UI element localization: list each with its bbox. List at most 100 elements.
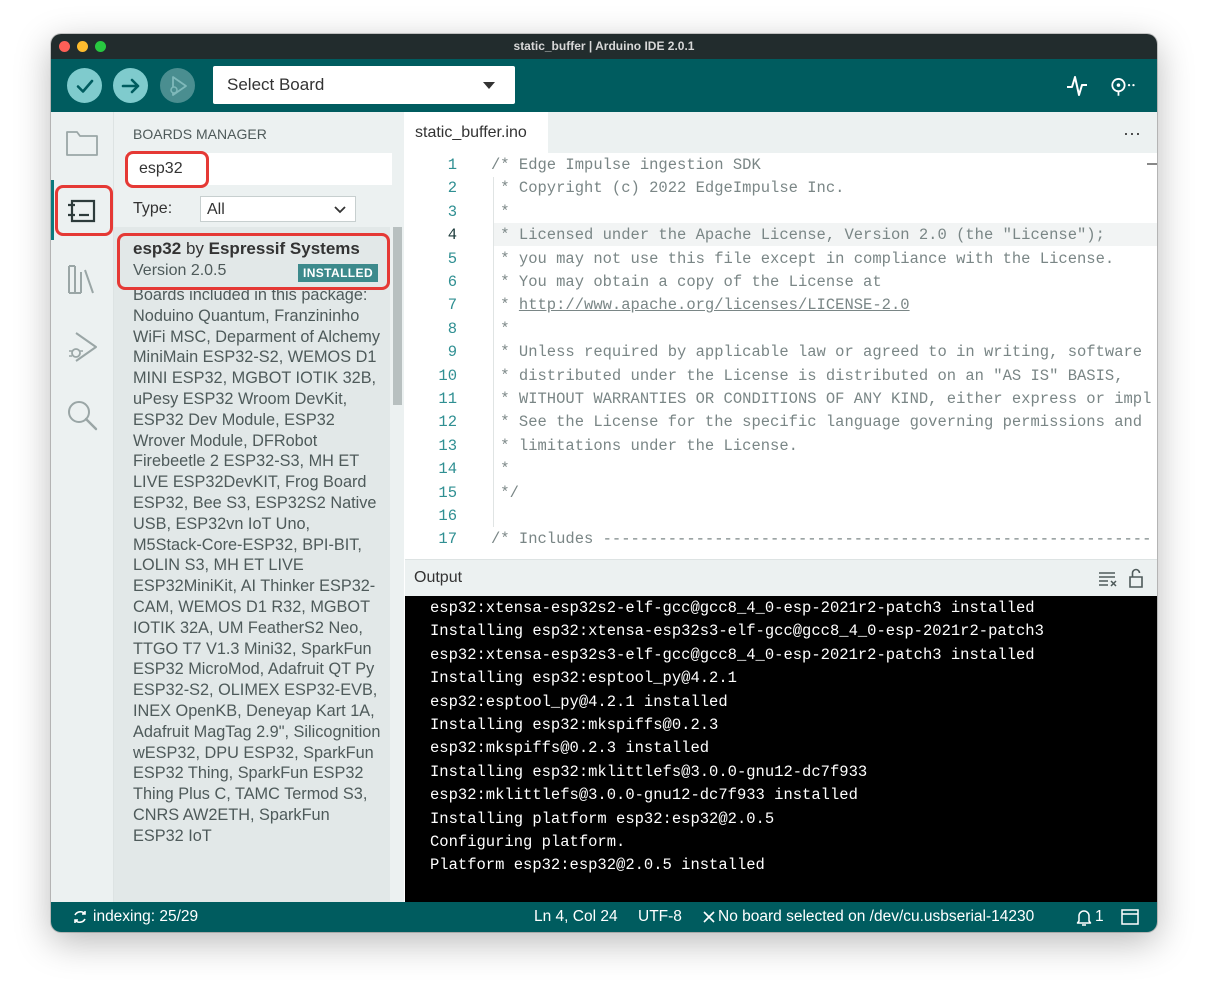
line-number: 10 (438, 366, 457, 385)
code-line: * See the License for the specific langu… (491, 413, 1143, 432)
line-number: 6 (447, 273, 457, 291)
output-panel-header: Output (405, 559, 1157, 597)
output-line: esp32:xtensa-esp32s2-elf-gcc@gcc8_4_0-es… (430, 599, 1035, 617)
code-line: * (491, 460, 510, 479)
dropdown-arrow-icon (483, 82, 495, 89)
output-line: Installing platform esp32:esp32@2.0.5 (430, 809, 775, 828)
cursor-position[interactable]: Ln 4, Col 24 (534, 908, 618, 926)
debug-icon (169, 75, 187, 96)
line-number: 4 (447, 226, 457, 245)
line-number: 8 (447, 319, 457, 338)
debug-icon (69, 332, 97, 362)
verify-button[interactable] (67, 68, 102, 103)
type-filter-value: All (207, 201, 225, 218)
line-number: 16 (438, 507, 457, 525)
output-line: esp32:mklittlefs@3.0.0-gnu12-dc7f933 ins… (430, 786, 858, 805)
line-number: 11 (438, 390, 457, 408)
scrollbar-thumb[interactable] (393, 227, 402, 405)
notification-bell-icon[interactable] (1075, 908, 1093, 926)
code-line: * http://www.apache.org/licenses/LICENSE… (491, 296, 910, 315)
output-title: Output (414, 569, 463, 586)
board-status[interactable]: No board selected on /dev/cu.usbserial-1… (718, 908, 1034, 926)
serial-plotter-icon (1067, 76, 1087, 96)
toolbar: Select Board (51, 59, 1157, 112)
boards-icon-highlight-box (55, 185, 113, 236)
code-editor[interactable]: 1 2 3 4 5 6 7 8 9 10 11 12 13 14 15 16 17 /* Edge Impuls… (405, 153, 1157, 553)
line-number: 13 (438, 436, 457, 455)
license-link[interactable]: http://www.apache.org/licenses/LICENSE-2… (519, 296, 910, 314)
close-window-button[interactable] (59, 41, 70, 52)
sync-icon (74, 910, 86, 924)
sketchbook-folder-icon (66, 131, 98, 156)
code-line: * (491, 319, 510, 338)
type-label: Type: (133, 200, 173, 217)
chevron-down-icon (334, 206, 346, 214)
serial-plotter-button[interactable] (1062, 71, 1092, 101)
output-line: esp32:xtensa-esp32s3-elf-gcc@gcc8_4_0-es… (430, 645, 1035, 664)
search-highlight-box (125, 151, 209, 188)
line-number: 9 (447, 343, 457, 362)
editor-tab-bar: static_buffer.ino ··· (405, 112, 1157, 154)
output-line: Installing esp32:xtensa-esp32s3-elf-gcc@… (430, 622, 1044, 641)
zoom-window-button[interactable] (95, 41, 106, 52)
debug-panel-button[interactable] (51, 324, 113, 370)
output-line: Installing esp32:mkspiffs@0.2.3 (430, 716, 719, 734)
tab-static-buffer[interactable]: static_buffer.ino (405, 112, 548, 154)
encoding-indicator[interactable]: UTF-8 (638, 908, 682, 926)
arrow-right-icon (121, 78, 139, 93)
output-line: Configuring platform. (430, 833, 626, 851)
code-line: * Unless required by applicable law or a… (491, 343, 1143, 362)
toggle-panel-icon[interactable] (1121, 909, 1139, 925)
output-line: esp32:esptool_py@4.2.1 installed (430, 692, 728, 711)
result-highlight-box (117, 233, 390, 290)
code-line: * (491, 202, 510, 221)
more-actions-icon[interactable]: ··· (1123, 123, 1141, 144)
output-line: esp32:mkspiffs@0.2.3 installed (430, 739, 710, 758)
upload-button[interactable] (113, 68, 148, 103)
code-line: * distributed under the License is distr… (491, 366, 1124, 385)
library-manager-button[interactable] (51, 256, 113, 302)
line-number: 3 (447, 202, 457, 221)
indexing-status: indexing: 25/29 (93, 908, 199, 925)
line-number: 14 (438, 460, 457, 479)
code-line: * Copyright (c) 2022 EdgeImpulse Inc. (491, 179, 845, 198)
line-number: 15 (438, 483, 457, 502)
code-line: * limitations under the License. (491, 436, 798, 455)
window-title: static_buffer | Arduino IDE 2.0.1 (513, 39, 695, 53)
serial-monitor-icon (1111, 78, 1135, 96)
sketchbook-button[interactable] (51, 120, 113, 166)
board-selector[interactable]: Select Board (213, 66, 515, 104)
status-bar: indexing: 25/29 Ln 4, Col 24 UTF-8 No bo… (51, 902, 1157, 932)
line-number: 1 (447, 156, 457, 174)
code-line: * you may not use this file except in co… (491, 249, 1115, 268)
code-line: * Licensed under the Apache License, Ver… (491, 226, 1105, 245)
board-selector-label: Select Board (227, 75, 325, 94)
code-line: */ (491, 483, 519, 502)
search-icon (68, 401, 98, 431)
clear-output-icon[interactable] (1097, 568, 1119, 588)
code-line: * You may obtain a copy of the License a… (491, 273, 882, 291)
debug-button[interactable] (160, 68, 195, 103)
search-button[interactable] (51, 392, 113, 438)
board-description: Boards included in this package: Noduino… (133, 286, 381, 845)
output-console[interactable]: esp32:xtensa-esp32s2-elf-gcc@gcc8_4_0-es… (405, 596, 1157, 902)
line-number: 5 (447, 249, 457, 268)
line-number: 17 (438, 530, 457, 549)
notification-count: 1 (1095, 908, 1104, 925)
minimize-window-button[interactable] (77, 41, 88, 52)
close-icon (703, 911, 715, 923)
editor-scrollbar[interactable] (1147, 163, 1157, 165)
checkmark-icon (76, 79, 93, 93)
ide-window: static_buffer | Arduino IDE 2.0.1 Select… (51, 34, 1157, 932)
output-line: Installing esp32:esptool_py@4.2.1 (430, 669, 737, 688)
code-line: * WITHOUT WARRANTIES OR CONDITIONS OF AN… (491, 390, 1152, 408)
unlock-scroll-icon[interactable] (1126, 568, 1146, 588)
library-manager-icon (68, 265, 94, 294)
output-line: Platform esp32:esp32@2.0.5 installed (430, 856, 765, 875)
boards-manager-panel: BOARDS MANAGER esp32 Type: All esp32 by … (114, 112, 404, 902)
line-number: 7 (447, 296, 457, 315)
code-line: /* Includes ----------------------------… (491, 530, 1152, 549)
type-filter-select[interactable]: All (200, 196, 356, 222)
output-line: Installing esp32:mklittlefs@3.0.0-gnu12-… (430, 762, 868, 781)
serial-monitor-button[interactable] (1107, 71, 1137, 101)
